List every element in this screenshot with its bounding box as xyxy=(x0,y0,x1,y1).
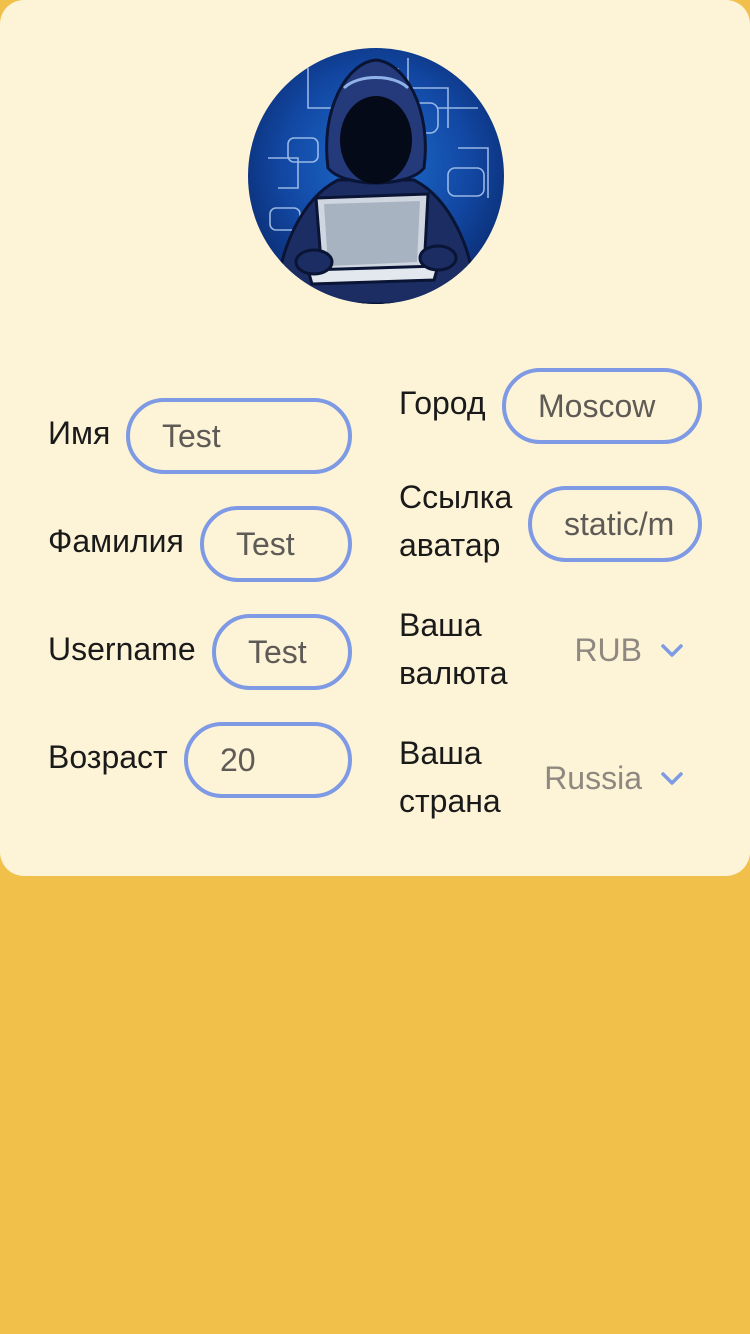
country-select[interactable]: Russia xyxy=(510,748,702,808)
username-label: Username xyxy=(48,631,196,667)
avatar-link-input[interactable] xyxy=(528,486,702,562)
hooded-hacker-avatar-icon xyxy=(248,48,504,304)
avatar-link-label-line1: Ссылка xyxy=(399,479,513,515)
city-input[interactable] xyxy=(502,368,702,444)
first-name-input[interactable] xyxy=(126,398,352,474)
username-input[interactable] xyxy=(212,614,352,690)
last-name-input[interactable] xyxy=(200,506,352,582)
country-label-line2: страна xyxy=(399,783,501,819)
profile-avatar[interactable] xyxy=(248,48,504,304)
country-label-line1: Ваша xyxy=(399,735,482,771)
age-label: Возраст xyxy=(48,739,168,775)
city-label: Город xyxy=(399,385,486,421)
currency-selected-value: RUB xyxy=(574,631,642,668)
currency-label-line1: Ваша xyxy=(399,607,482,643)
chevron-down-icon xyxy=(661,644,683,657)
country-selected-value: Russia xyxy=(544,759,642,796)
chevron-down-icon xyxy=(661,772,683,785)
currency-select[interactable]: RUB xyxy=(530,620,702,680)
currency-label-line2: валюта xyxy=(399,655,508,691)
first-name-label: Имя xyxy=(48,415,111,451)
avatar-link-label-line2: аватар xyxy=(399,527,501,563)
last-name-label: Фамилия xyxy=(48,523,184,559)
age-input[interactable] xyxy=(184,722,352,798)
profile-card: Имя Фамилия Username Возраст Город Ссылк… xyxy=(0,0,750,876)
